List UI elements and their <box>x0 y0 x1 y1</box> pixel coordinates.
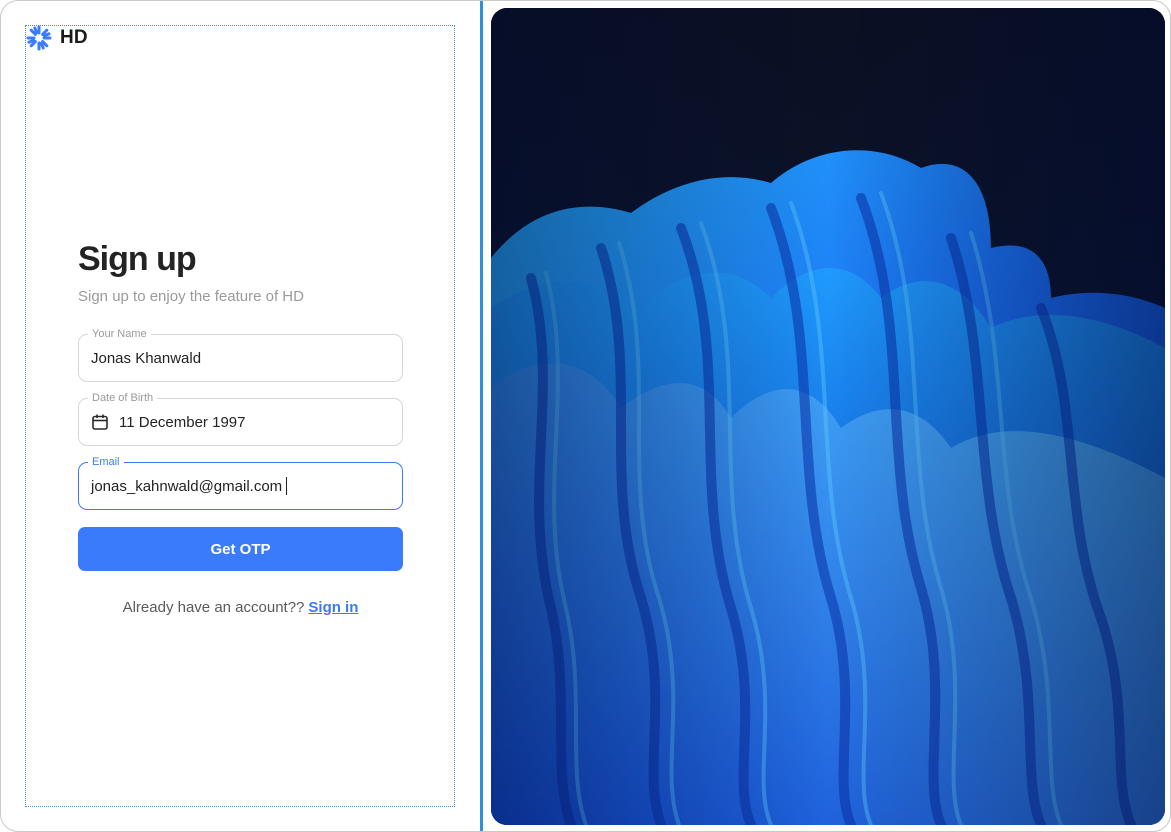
page-title: Sign up <box>78 240 197 278</box>
name-field-label: Your Name <box>88 327 151 341</box>
app-frame: HD Sign up Sign up to enjoy the feature … <box>0 0 1171 832</box>
sunburst-icon <box>26 25 52 51</box>
brand: HD <box>26 25 88 51</box>
page-subtitle: Sign up to enjoy the feature of HD <box>78 288 304 305</box>
signin-link[interactable]: Sign in <box>308 599 358 616</box>
email-field-label: Email <box>88 455 124 469</box>
get-otp-button[interactable]: Get OTP <box>78 527 403 571</box>
dob-field[interactable]: Date of Birth 11 December 1997 <box>78 391 403 446</box>
name-field[interactable]: Your Name Jonas Khanwald <box>78 327 403 382</box>
email-field-value: jonas_kahnwald@gmail.com <box>91 477 283 495</box>
name-field-value: Jonas Khanwald <box>91 349 202 367</box>
brand-name: HD <box>60 27 88 48</box>
calendar-icon[interactable] <box>91 413 109 431</box>
dob-field-value: 11 December 1997 <box>119 413 246 431</box>
signin-prompt-row: Already have an account?? Sign in <box>78 599 403 616</box>
signin-prompt-text: Already have an account?? <box>122 599 305 616</box>
hero-image <box>491 8 1165 825</box>
dob-field-label: Date of Birth <box>88 391 158 405</box>
text-caret <box>286 477 288 495</box>
email-field[interactable]: Email jonas_kahnwald@gmail.com <box>78 455 403 510</box>
panel-divider <box>480 1 483 831</box>
signup-panel: HD Sign up Sign up to enjoy the feature … <box>25 25 455 807</box>
